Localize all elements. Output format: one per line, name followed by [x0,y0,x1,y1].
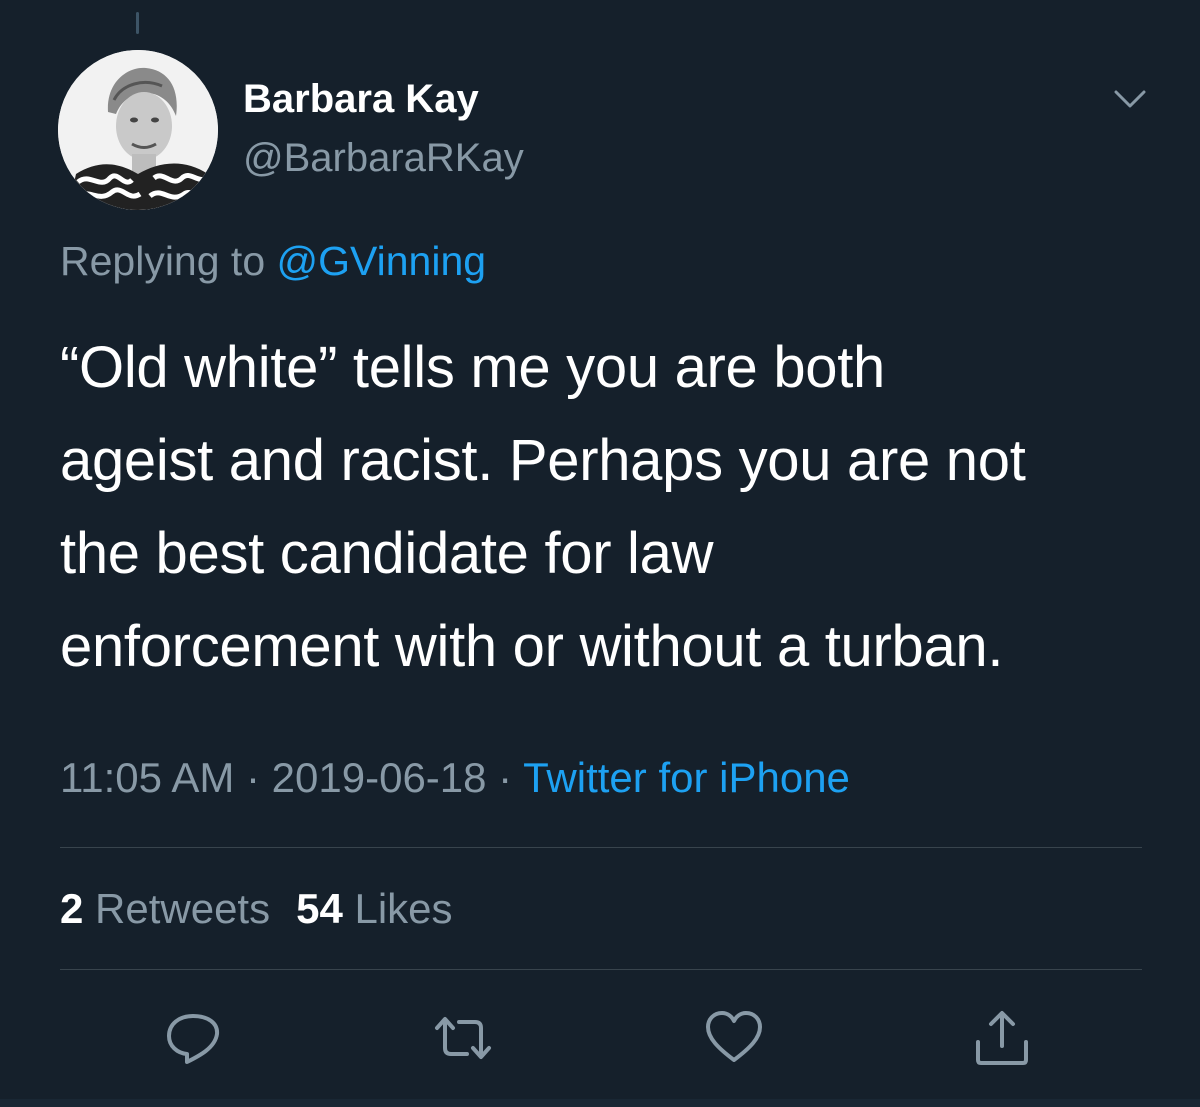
bottom-edge-bar [0,1099,1200,1107]
profile-photo-icon [58,50,218,210]
author-display-name[interactable]: Barbara Kay [243,77,479,122]
tweet-text: “Old white” tells me you are both ageist… [60,321,1160,693]
retweets-count: 2 [60,885,84,932]
reply-icon [167,1014,220,1064]
retweet-button[interactable] [433,1008,493,1068]
meta-separator: · [234,754,272,801]
likes-count: 54 [296,885,343,932]
replying-to-label: Replying to [60,238,277,284]
tweet-meta: 11:05 AM · 2019-06-18 · Twitter for iPho… [60,754,850,802]
tweet-time: 11:05 AM [60,754,235,801]
retweets-label: Retweets [83,885,271,932]
avatar[interactable] [58,50,218,210]
divider [60,847,1142,848]
author-handle[interactable]: @BarbaraRKay [243,136,524,181]
share-button[interactable] [972,1008,1032,1068]
share-icon [976,1011,1028,1065]
chevron-down-icon[interactable] [1108,80,1152,120]
retweet-icon [435,1017,491,1059]
tweet-text-line: “Old white” tells me you are both [60,335,886,400]
meta-separator: · [486,754,524,801]
reply-mention-link[interactable]: @GVinning [277,238,487,284]
tweet-text-line: enforcement with or without a turban. [60,614,1004,679]
tweet-text-line: the best candidate for law [60,521,714,586]
reply-button[interactable] [163,1008,223,1068]
like-button[interactable] [704,1008,764,1068]
likes-stat[interactable]: 54 Likes [296,885,452,932]
likes-label: Likes [342,885,453,932]
tweet-text-line: ageist and racist. Perhaps you are not [60,428,1026,493]
replying-to-line: Replying to @GVinning [60,238,486,285]
retweets-stat[interactable]: 2 Retweets [60,885,270,932]
thread-connector-line [136,12,139,34]
tweet-source-link[interactable]: Twitter for iPhone [523,754,850,801]
heart-icon [706,1011,762,1062]
divider [60,969,1142,970]
engagement-stats: 2 Retweets 54 Likes [60,885,453,933]
tweet-date: 2019-06-18 [271,754,487,801]
